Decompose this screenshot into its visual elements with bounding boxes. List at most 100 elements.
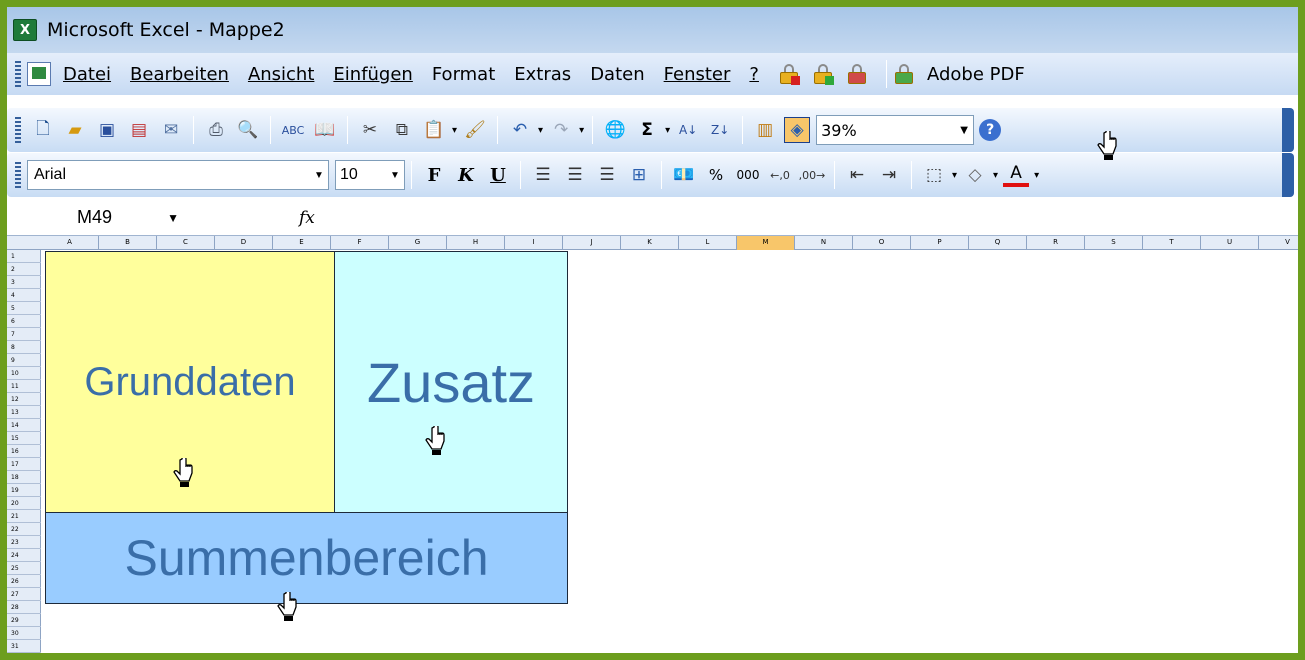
spelling-icon[interactable]: ABC (280, 117, 306, 143)
column-header-v[interactable]: V (1259, 236, 1298, 250)
formula-input[interactable] (327, 201, 1298, 235)
column-header-g[interactable]: G (389, 236, 447, 250)
size-dropdown-icon[interactable]: ▼ (386, 161, 404, 189)
email-icon[interactable]: ✉ (158, 117, 184, 143)
column-header-t[interactable]: T (1143, 236, 1201, 250)
column-header-i[interactable]: I (505, 236, 563, 250)
align-right-icon[interactable]: ☰ (594, 162, 620, 188)
cut-icon[interactable]: ✂ (357, 117, 383, 143)
row-header-23[interactable]: 23 (7, 536, 41, 549)
italic-button[interactable]: K (453, 162, 479, 188)
row-header-20[interactable]: 20 (7, 497, 41, 510)
research-icon[interactable]: 📖 (312, 117, 338, 143)
column-header-p[interactable]: P (911, 236, 969, 250)
increase-indent-icon[interactable]: ⇥ (876, 162, 902, 188)
menu-bearbeiten[interactable]: Bearbeiten (130, 64, 229, 85)
help-button[interactable]: ? (977, 117, 1003, 143)
undo-dropdown-icon[interactable]: ▾ (538, 125, 543, 136)
row-header-14[interactable]: 14 (7, 419, 41, 432)
row-header-8[interactable]: 8 (7, 341, 41, 354)
row-header-29[interactable]: 29 (7, 614, 41, 627)
workbook-icon[interactable] (27, 62, 51, 86)
share-workbook-icon[interactable] (893, 63, 915, 85)
save-icon[interactable]: ▣ (94, 117, 120, 143)
decrease-indent-icon[interactable]: ⇤ (844, 162, 870, 188)
row-header-15[interactable]: 15 (7, 432, 41, 445)
decrease-decimal-icon[interactable]: ,00→ (799, 162, 826, 188)
protect-sheet-icon[interactable] (778, 63, 800, 85)
column-header-l[interactable]: L (679, 236, 737, 250)
column-header-e[interactable]: E (273, 236, 331, 250)
copy-icon[interactable]: ⧉ (389, 117, 415, 143)
row-header-30[interactable]: 30 (7, 627, 41, 640)
menu-extras[interactable]: Extras (514, 64, 571, 85)
zoom-combobox[interactable]: 39% ▼ (816, 115, 975, 145)
sort-ascending-icon[interactable]: A↓ (675, 117, 701, 143)
fill-color-icon[interactable]: ◇ (962, 162, 988, 188)
row-header-12[interactable]: 12 (7, 393, 41, 406)
row-header-7[interactable]: 7 (7, 328, 41, 341)
open-folder-icon[interactable]: ▰ (62, 117, 88, 143)
font-size-combobox[interactable]: 10 ▼ (335, 160, 405, 190)
format-painter-icon[interactable]: 🖌 (462, 117, 488, 143)
row-header-18[interactable]: 18 (7, 471, 41, 484)
menu-fenster[interactable]: Fenster (664, 64, 731, 85)
name-box[interactable]: M49 ▼ (7, 201, 189, 235)
print-preview-icon[interactable]: 🔍 (235, 117, 261, 143)
column-header-k[interactable]: K (621, 236, 679, 250)
currency-icon[interactable]: 💶 (671, 162, 697, 188)
menu-einfuegen[interactable]: Einfügen (333, 64, 412, 85)
toolbar-grip-handle[interactable] (15, 117, 21, 143)
column-header-d[interactable]: D (215, 236, 273, 250)
allow-edit-ranges-icon[interactable] (812, 63, 834, 85)
row-header-24[interactable]: 24 (7, 549, 41, 562)
menubar-grip-handle[interactable] (15, 61, 21, 87)
font-name-combobox[interactable]: Arial ▼ (27, 160, 329, 190)
borders-icon[interactable]: ⬚ (921, 162, 947, 188)
sort-descending-icon[interactable]: Z↓ (707, 117, 733, 143)
menu-daten[interactable]: Daten (590, 64, 644, 85)
row-header-13[interactable]: 13 (7, 406, 41, 419)
row-header-4[interactable]: 4 (7, 289, 41, 302)
merge-center-icon[interactable]: ⊞ (626, 162, 652, 188)
chart-wizard-icon[interactable]: ▥ (752, 117, 778, 143)
row-header-6[interactable]: 6 (7, 315, 41, 328)
zusatz-block[interactable]: Zusatz (334, 251, 568, 513)
underline-button[interactable]: U (485, 162, 511, 188)
column-header-b[interactable]: B (99, 236, 157, 250)
column-header-o[interactable]: O (853, 236, 911, 250)
autosum-icon[interactable]: Σ (634, 117, 660, 143)
new-file-icon[interactable]: 🗋 (30, 117, 56, 143)
permission-icon[interactable]: ▤ (126, 117, 152, 143)
row-header-17[interactable]: 17 (7, 458, 41, 471)
font-color-dropdown-icon[interactable]: ▾ (1034, 170, 1039, 181)
row-header-1[interactable]: 1 (7, 250, 41, 263)
name-box-dropdown-icon[interactable]: ▼ (167, 211, 179, 225)
menu-ansicht[interactable]: Ansicht (248, 64, 314, 85)
row-header-26[interactable]: 26 (7, 575, 41, 588)
drawing-icon[interactable]: ◈ (784, 117, 811, 143)
toolbar-options-icon[interactable] (1282, 108, 1294, 152)
toolbar-grip-handle[interactable] (15, 162, 21, 188)
hyperlink-icon[interactable]: 🌐 (602, 117, 628, 143)
autosum-dropdown-icon[interactable]: ▾ (665, 125, 670, 136)
font-color-icon[interactable]: A (1003, 163, 1030, 187)
increase-decimal-icon[interactable]: ←,0 (767, 162, 793, 188)
column-header-q[interactable]: Q (969, 236, 1027, 250)
paste-dropdown-icon[interactable]: ▾ (452, 125, 457, 136)
redo-icon[interactable]: ↷ (548, 117, 574, 143)
borders-dropdown-icon[interactable]: ▾ (952, 170, 957, 181)
row-header-22[interactable]: 22 (7, 523, 41, 536)
row-header-10[interactable]: 10 (7, 367, 41, 380)
column-header-r[interactable]: R (1027, 236, 1085, 250)
menu-adobe-pdf[interactable]: Adobe PDF (927, 64, 1025, 85)
bold-button[interactable]: F (421, 162, 447, 188)
paste-icon[interactable]: 📋 (421, 117, 447, 143)
zoom-dropdown-icon[interactable]: ▼ (955, 116, 973, 144)
font-dropdown-icon[interactable]: ▼ (310, 161, 328, 189)
row-header-25[interactable]: 25 (7, 562, 41, 575)
menu-datei[interactable]: Datei (63, 64, 111, 85)
row-header-27[interactable]: 27 (7, 588, 41, 601)
column-header-m[interactable]: M (737, 236, 795, 250)
comma-style-button[interactable]: 000 (735, 162, 761, 188)
